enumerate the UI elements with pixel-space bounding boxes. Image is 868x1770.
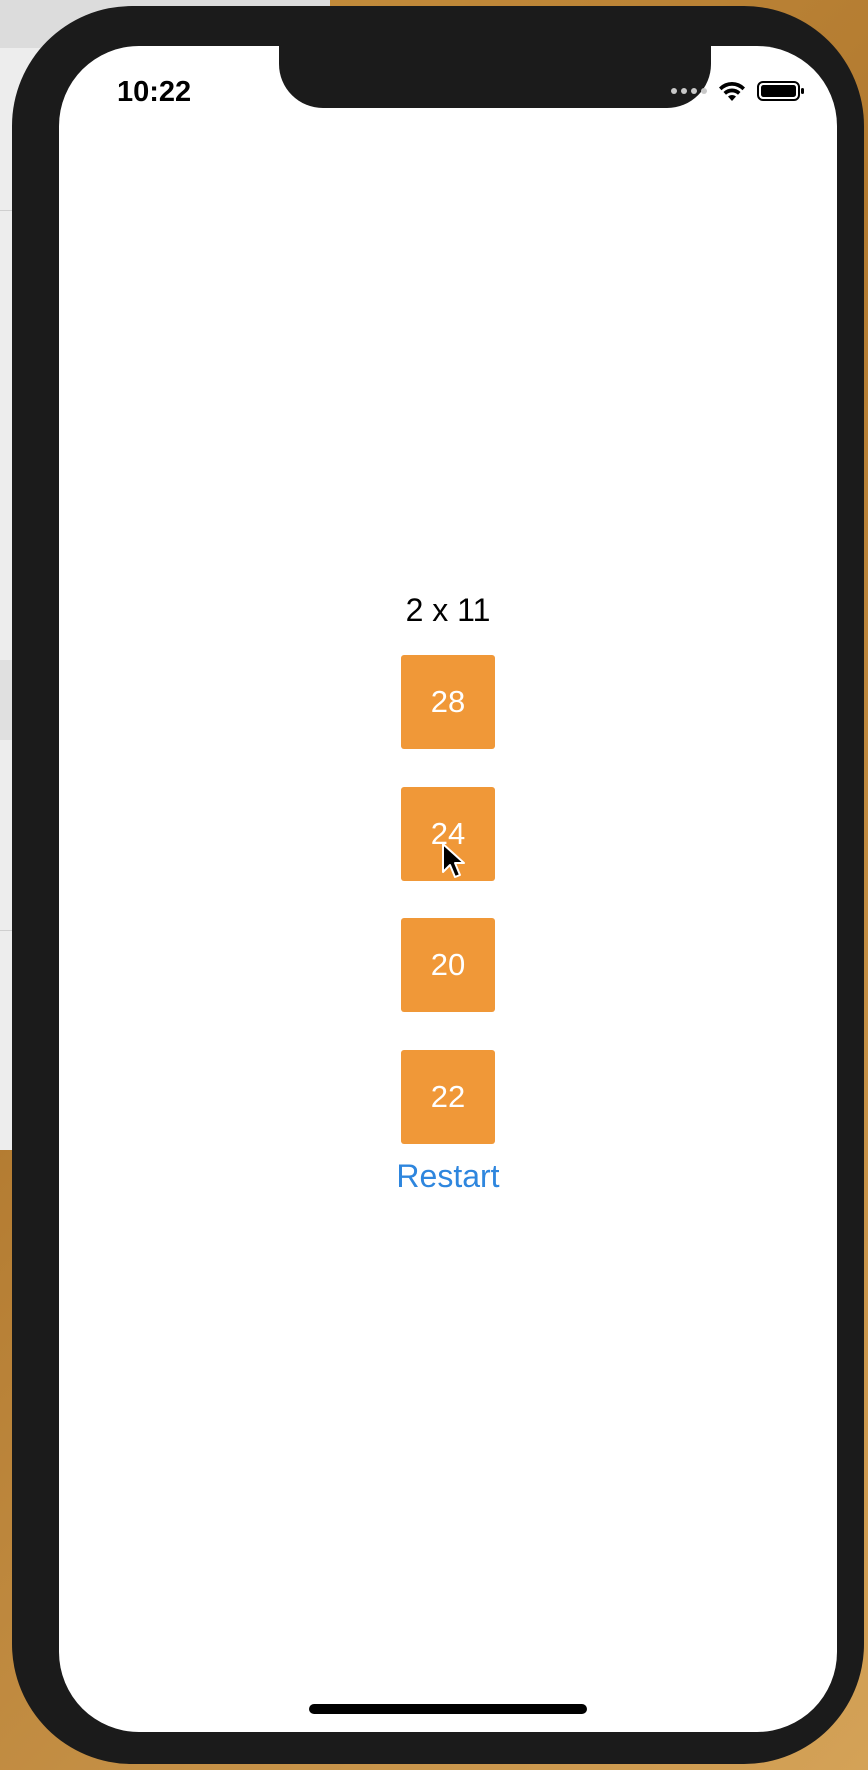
signal-icon [671,88,707,94]
wifi-icon [719,81,745,101]
status-icons [671,80,805,102]
status-time: 10:22 [117,76,192,108]
notch [279,46,711,108]
cursor-icon [442,843,465,878]
answer-button-1[interactable]: 28 [401,655,495,749]
restart-button[interactable]: Restart [59,1158,837,1195]
phone-frame: 10:22 2 x 11 28 24 20 22 Restart [12,6,864,1764]
answer-button-3[interactable]: 20 [401,918,495,1012]
home-indicator[interactable] [309,1704,587,1714]
phone-screen: 10:22 2 x 11 28 24 20 22 Restart [59,46,837,1732]
battery-icon [757,81,804,101]
answer-button-4[interactable]: 22 [401,1050,495,1144]
question-label: 2 x 11 [405,592,491,628]
